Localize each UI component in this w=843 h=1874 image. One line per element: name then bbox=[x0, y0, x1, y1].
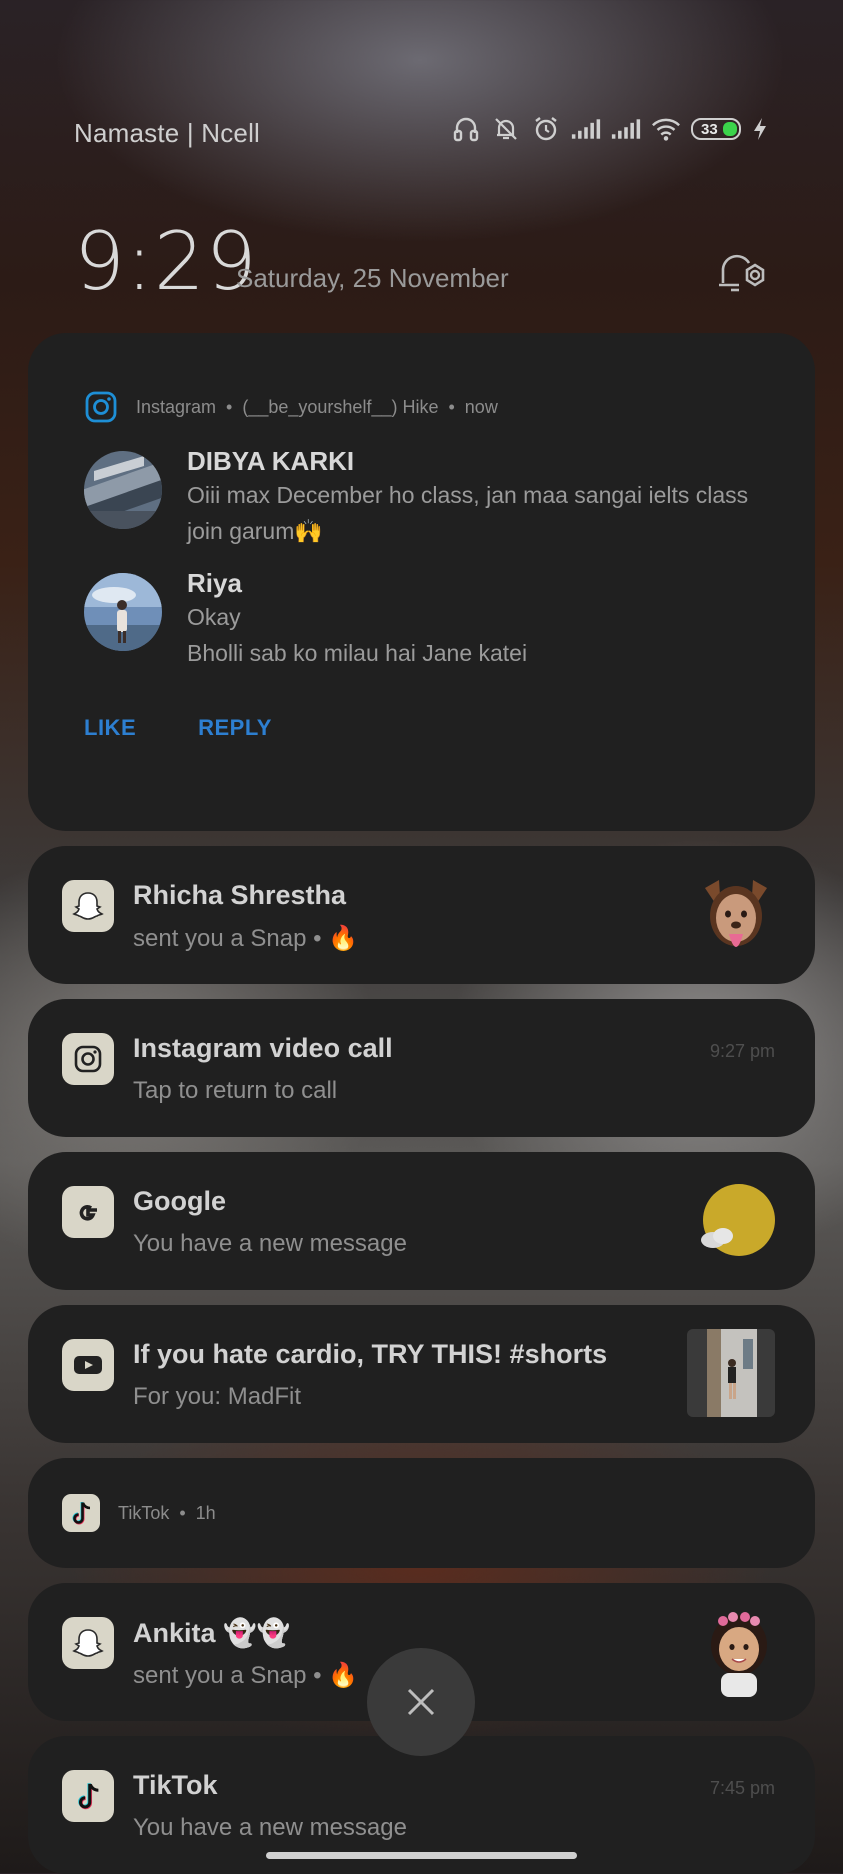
headphones-icon bbox=[451, 114, 481, 144]
signal-icon bbox=[611, 114, 641, 144]
app-name: TikTok bbox=[118, 1502, 170, 1523]
message-item[interactable]: DIBYA KARKI Oiii max December ho class, … bbox=[84, 445, 759, 549]
clear-all-button[interactable] bbox=[367, 1648, 475, 1756]
charging-icon bbox=[751, 114, 769, 144]
carrier-name: Namaste | Ncell bbox=[74, 118, 261, 148]
avatar bbox=[84, 451, 162, 529]
separator-dot: • bbox=[226, 396, 233, 417]
home-gesture-bar[interactable] bbox=[266, 1852, 577, 1859]
tiktok-group-card[interactable]: TikTok • 1h bbox=[28, 1458, 815, 1568]
account-name: (__be_yourshelf__) Hike bbox=[242, 396, 439, 417]
notification-card[interactable]: Rhicha Shrestha sent you a Snap • 🔥 bbox=[28, 846, 815, 984]
status-bar: Namaste | Ncell 33 bbox=[74, 110, 769, 158]
notification-card[interactable]: Google You have a new message bbox=[28, 1152, 815, 1290]
instagram-icon bbox=[85, 391, 117, 423]
notification-actions: LIKE REPLY bbox=[84, 715, 759, 741]
notification-title: Instagram video call bbox=[133, 1033, 393, 1063]
youtube-icon bbox=[62, 1339, 114, 1391]
notification-subtitle: Tap to return to call bbox=[133, 1077, 338, 1104]
tiktok-icon bbox=[62, 1770, 114, 1822]
bell-settings-icon bbox=[719, 254, 765, 292]
notification-title: If you hate cardio, TRY THIS! #shorts bbox=[133, 1339, 608, 1369]
bitmoji-avatar bbox=[703, 1607, 775, 1702]
message-item[interactable]: Riya Okay Bholli sab ko milau hai Jane k… bbox=[84, 567, 759, 671]
instagram-notification-card[interactable]: Instagram • (__be_yourshelf__) Hike • no… bbox=[28, 333, 815, 831]
notification-subtitle: You have a new message bbox=[133, 1230, 407, 1257]
sender-name: Riya bbox=[187, 568, 242, 598]
bell-off-icon bbox=[491, 114, 521, 144]
instagram-header: Instagram • (__be_yourshelf__) Hike • no… bbox=[84, 389, 759, 425]
weather-sun-icon bbox=[699, 1184, 775, 1265]
message-text: Oiii max December ho class, jan maa sang… bbox=[187, 482, 749, 544]
notification-time: 7:45 pm bbox=[709, 1778, 775, 1798]
snapchat-icon bbox=[62, 880, 114, 932]
clock-time: 9:29 bbox=[74, 215, 258, 308]
battery-level: 33 bbox=[701, 120, 718, 138]
video-thumbnail bbox=[687, 1329, 775, 1422]
reply-button[interactable]: REPLY bbox=[198, 715, 272, 741]
alarm-icon bbox=[531, 114, 561, 144]
notification-settings-button[interactable] bbox=[713, 243, 769, 299]
sender-name: DIBYA KARKI bbox=[187, 446, 355, 476]
tiktok-header: TikTok • 1h bbox=[62, 1494, 216, 1532]
notification-subtitle: For you: MadFit bbox=[133, 1383, 302, 1410]
separator-dot: • bbox=[448, 396, 455, 417]
app-name: Instagram bbox=[136, 396, 217, 417]
notification-subtitle: You have a new message bbox=[133, 1814, 407, 1841]
clock-date: Saturday, 25 November bbox=[236, 263, 509, 293]
like-button[interactable]: LIKE bbox=[84, 715, 136, 741]
google-icon bbox=[62, 1186, 114, 1238]
battery-fill bbox=[723, 122, 737, 136]
message-text: Okay bbox=[187, 604, 241, 630]
notification-time: now bbox=[464, 396, 498, 417]
signal-icon bbox=[571, 114, 601, 144]
notification-title: Rhicha Shrestha bbox=[133, 880, 347, 910]
bitmoji-avatar bbox=[697, 872, 775, 963]
separator-dot: • bbox=[179, 1502, 186, 1523]
instagram-icon bbox=[62, 1033, 114, 1085]
avatar bbox=[84, 573, 162, 651]
snapchat-icon bbox=[62, 1617, 114, 1669]
notification-subtitle: sent you a Snap • 🔥 bbox=[133, 925, 359, 952]
tiktok-icon bbox=[62, 1494, 100, 1532]
close-icon bbox=[407, 1688, 435, 1716]
status-icons: 33 bbox=[451, 114, 769, 144]
clock-row: 9:29 Saturday, 25 November bbox=[74, 215, 769, 308]
wifi-icon bbox=[651, 114, 681, 144]
notification-title: Ankita 👻👻 bbox=[133, 1618, 291, 1648]
notification-card[interactable]: Instagram video call Tap to return to ca… bbox=[28, 999, 815, 1137]
notification-time: 1h bbox=[195, 1502, 216, 1523]
notification-subtitle: sent you a Snap • 🔥 bbox=[133, 1662, 359, 1689]
notification-time: 9:27 pm bbox=[709, 1041, 775, 1061]
message-text: Bholli sab ko milau hai Jane katei bbox=[187, 640, 528, 666]
notification-title: Google bbox=[133, 1186, 226, 1216]
notification-title: TikTok bbox=[133, 1770, 218, 1800]
notification-card[interactable]: If you hate cardio, TRY THIS! #shorts Fo… bbox=[28, 1305, 815, 1443]
battery-icon: 33 bbox=[691, 118, 741, 140]
